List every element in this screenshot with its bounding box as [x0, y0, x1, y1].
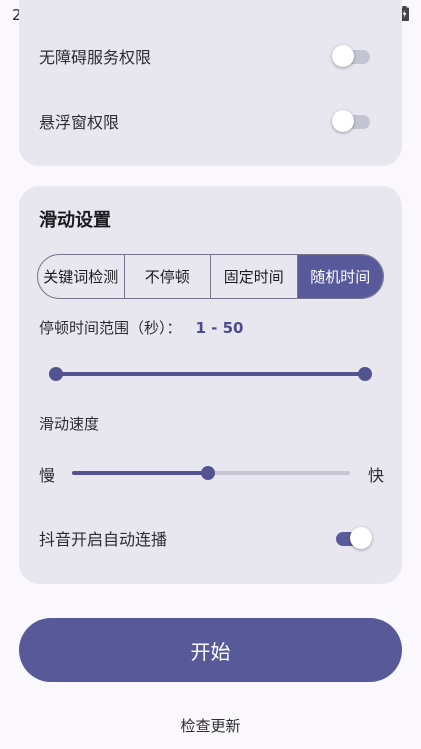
speed-fast-label: 快 [367, 466, 384, 485]
pause-range-value: 1 - 50 [195, 318, 244, 337]
pause-mode-segmented-control: 关键词检测 不停顿 固定时间 随机时间 [37, 254, 384, 299]
overlay-permission-label: 悬浮窗权限 [39, 113, 120, 132]
swipe-speed-slider[interactable] [72, 466, 350, 480]
switch-thumb [332, 110, 354, 132]
check-update-link[interactable]: 检查更新 [0, 715, 421, 736]
segment-random-time[interactable]: 随机时间 [297, 255, 383, 298]
accessibility-permission-row[interactable]: 无障碍服务权限 [19, 36, 402, 76]
pause-range-label-row: 停顿时间范围（秒）： 1 - 50 [39, 317, 244, 338]
overlay-permission-switch[interactable] [332, 110, 372, 132]
switch-thumb [332, 45, 354, 67]
accessibility-permission-switch[interactable] [332, 45, 372, 67]
swipe-settings-title: 滑动设置 [39, 210, 111, 231]
segment-keyword-detect[interactable]: 关键词检测 [38, 255, 125, 298]
switch-thumb [350, 527, 372, 549]
autoplay-label: 抖音开启自动连播 [39, 530, 168, 549]
speed-slider-fill [72, 471, 209, 475]
autoplay-row[interactable]: 抖音开启自动连播 [19, 518, 402, 558]
swipe-speed-title: 滑动速度 [39, 415, 100, 433]
pause-range-slider[interactable] [49, 364, 372, 384]
segment-no-pause[interactable]: 不停顿 [125, 255, 211, 298]
start-button[interactable]: 开始 [19, 618, 402, 682]
autoplay-switch[interactable] [332, 527, 372, 549]
permissions-card: 无障碍服务权限 悬浮窗权限 [19, 0, 402, 166]
speed-slider-thumb[interactable] [201, 466, 216, 480]
range-slider-min-handle[interactable] [49, 367, 63, 381]
range-slider-max-handle[interactable] [358, 367, 372, 381]
accessibility-permission-label: 无障碍服务权限 [39, 48, 152, 67]
swipe-settings-card: 滑动设置 关键词检测 不停顿 固定时间 随机时间 停顿时间范围（秒）： 1 - … [19, 186, 402, 584]
segment-fixed-time[interactable]: 固定时间 [211, 255, 298, 298]
overlay-permission-row[interactable]: 悬浮窗权限 [19, 101, 402, 141]
speed-slow-label: 慢 [39, 466, 56, 485]
range-slider-track [56, 372, 365, 376]
swipe-speed-row: 慢 快 [39, 461, 384, 485]
pause-range-label: 停顿时间范围（秒）： [39, 319, 182, 337]
